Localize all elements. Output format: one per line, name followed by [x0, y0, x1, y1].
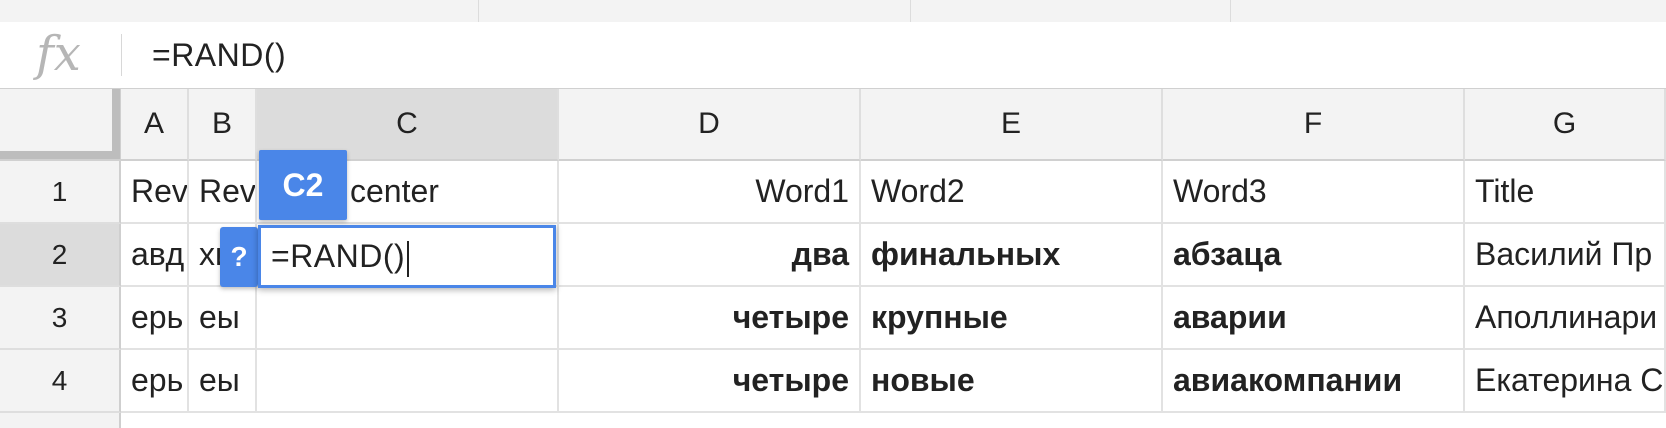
cell-a2[interactable]: авд — [121, 224, 189, 287]
cell-f4[interactable]: авиакомпании — [1163, 350, 1465, 413]
help-icon: ? — [230, 241, 248, 272]
freeze-row-handle[interactable] — [0, 151, 112, 159]
cell-g1[interactable]: Title — [1465, 161, 1666, 224]
formula-bar-divider — [121, 34, 122, 76]
row-header-3[interactable]: 3 — [0, 287, 121, 350]
cell-editor-text[interactable]: =RAND() — [271, 228, 410, 285]
cell-g2[interactable]: Василий Пр — [1465, 224, 1666, 287]
cell-b3[interactable]: еы — [189, 287, 257, 350]
cell-f2[interactable]: абзаца — [1163, 224, 1465, 287]
cell-e1[interactable]: Word2 — [861, 161, 1163, 224]
formula-help-button[interactable]: ? — [220, 227, 258, 287]
active-cell-reference-badge: C2 — [259, 150, 347, 220]
toolbar-separator — [910, 0, 911, 22]
cell-a3[interactable]: ерь — [121, 287, 189, 350]
cell-editor[interactable]: =RAND() — [258, 225, 556, 288]
column-header-f[interactable]: F — [1163, 89, 1465, 161]
cell-e4[interactable]: новые — [861, 350, 1163, 413]
cell-a1[interactable]: Rev — [121, 161, 189, 224]
top-toolbar-strip — [0, 0, 1666, 23]
cell-f1[interactable]: Word3 — [1163, 161, 1465, 224]
cell-d2[interactable]: два — [559, 224, 861, 287]
select-all-corner[interactable] — [0, 89, 121, 161]
row-header-5[interactable] — [0, 413, 121, 428]
cell-f3[interactable]: аварии — [1163, 287, 1465, 350]
formula-input[interactable]: =RAND() — [152, 32, 286, 78]
cell-d3[interactable]: четыре — [559, 287, 861, 350]
column-header-e[interactable]: E — [861, 89, 1163, 161]
cell-a4[interactable]: ерь — [121, 350, 189, 413]
row-header-2[interactable]: 2 — [0, 224, 121, 287]
column-header-b[interactable]: B — [189, 89, 257, 161]
cell-b4[interactable]: еы — [189, 350, 257, 413]
formula-bar: fx =RAND() — [0, 22, 1666, 89]
toolbar-separator — [1230, 0, 1231, 22]
column-header-a[interactable]: A — [121, 89, 189, 161]
cell-e3[interactable]: крупные — [861, 287, 1163, 350]
column-header-d[interactable]: D — [559, 89, 861, 161]
cell-d1[interactable]: Word1 — [559, 161, 861, 224]
row-header-1[interactable]: 1 — [0, 161, 121, 224]
cell-e2[interactable]: финальных — [861, 224, 1163, 287]
cell-b1[interactable]: Reve — [189, 161, 257, 224]
freeze-column-handle[interactable] — [112, 89, 120, 159]
cell-d4[interactable]: четыре — [559, 350, 861, 413]
text-caret — [407, 240, 410, 277]
toolbar-separator — [478, 0, 479, 22]
cell-g3[interactable]: Аполлинари — [1465, 287, 1666, 350]
cell-c4[interactable] — [257, 350, 559, 413]
column-header-g[interactable]: G — [1465, 89, 1666, 161]
row-header-4[interactable]: 4 — [0, 350, 121, 413]
cell-c3[interactable] — [257, 287, 559, 350]
cell-g4[interactable]: Екатерина С — [1465, 350, 1666, 413]
fx-icon: fx — [36, 26, 81, 82]
cell-editor-value: =RAND() — [271, 238, 406, 274]
